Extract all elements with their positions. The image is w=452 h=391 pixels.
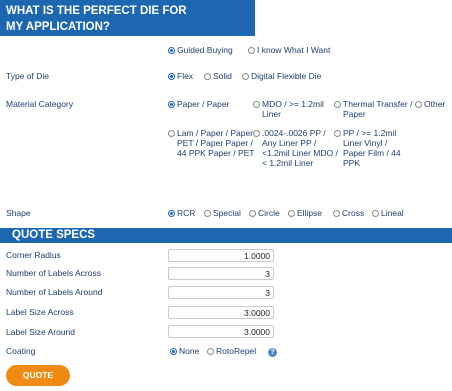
quote-button[interactable]: QUOTE bbox=[6, 365, 70, 386]
radio-icon[interactable] bbox=[168, 47, 175, 54]
option-rcr[interactable]: RCR bbox=[168, 208, 195, 218]
radio-icon[interactable] bbox=[253, 130, 260, 137]
page-title: WHAT IS THE PERFECT DIE FOR MY APPLICATI… bbox=[6, 5, 187, 33]
label-size-across-label: Label Size Across bbox=[6, 307, 74, 317]
page-header: WHAT IS THE PERFECT DIE FOR MY APPLICATI… bbox=[0, 0, 255, 36]
material-category-label: Material Category bbox=[6, 99, 74, 109]
option-thermal-transfer[interactable]: Thermal Transfer / Paper bbox=[334, 99, 415, 119]
radio-icon[interactable] bbox=[204, 210, 211, 217]
radio-icon[interactable] bbox=[333, 210, 340, 217]
radio-icon[interactable] bbox=[248, 47, 255, 54]
option-circle[interactable]: Circle bbox=[249, 208, 280, 218]
radio-icon[interactable] bbox=[288, 210, 295, 217]
option-know-what-i-want[interactable]: I know What I Want bbox=[248, 45, 330, 55]
radio-icon[interactable] bbox=[334, 101, 341, 108]
radio-icon[interactable] bbox=[168, 73, 175, 80]
die-type-label: Type of Die bbox=[6, 71, 49, 81]
option-coating-rotorepel[interactable]: RotoRepel bbox=[207, 346, 256, 356]
radio-icon[interactable] bbox=[415, 101, 422, 108]
radio-icon[interactable] bbox=[170, 348, 177, 355]
option-solid[interactable]: Solid bbox=[204, 71, 232, 81]
radio-icon[interactable] bbox=[372, 210, 379, 217]
radio-icon[interactable] bbox=[204, 73, 211, 80]
question-icon[interactable]: ? bbox=[268, 348, 277, 357]
radio-icon[interactable] bbox=[168, 101, 175, 108]
shape-label: Shape bbox=[6, 208, 31, 218]
radio-icon[interactable] bbox=[334, 130, 341, 137]
option-lam-paper[interactable]: Lam / Paper / Paper PET / Paper Paper / … bbox=[168, 128, 255, 158]
quote-specs-header: QUOTE SPECS bbox=[0, 228, 452, 243]
option-pp-film[interactable]: PP / >= 1.2mil Liner Vinyl / Paper Film … bbox=[334, 128, 411, 168]
corner-radius-input[interactable]: 1.0000 bbox=[168, 249, 274, 262]
quote-specs-title: QUOTE SPECS bbox=[12, 229, 96, 241]
option-cross[interactable]: Cross bbox=[333, 208, 364, 218]
option-lineal[interactable]: Lineal bbox=[372, 208, 404, 218]
radio-icon[interactable] bbox=[242, 73, 249, 80]
help-icon-wrap[interactable]: ? bbox=[268, 345, 277, 357]
option-digital-flexible-die[interactable]: Digital Flexible Die bbox=[242, 71, 321, 81]
option-flex[interactable]: Flex bbox=[168, 71, 193, 81]
label-size-around-label: Label Size Around bbox=[6, 327, 75, 337]
radio-icon[interactable] bbox=[207, 348, 214, 355]
option-guided-buying[interactable]: Guided Buying bbox=[168, 45, 233, 55]
coating-label: Coating bbox=[6, 346, 36, 356]
radio-icon[interactable] bbox=[249, 210, 256, 217]
option-coating-none[interactable]: None bbox=[170, 346, 199, 356]
option-mdo[interactable]: MDO / >= 1.2mil Liner bbox=[253, 99, 332, 119]
option-ellipse[interactable]: Ellipse bbox=[288, 208, 322, 218]
labels-across-input[interactable]: 3 bbox=[168, 267, 274, 280]
option-other[interactable]: Other bbox=[415, 99, 445, 109]
option-paper-paper[interactable]: Paper / Paper bbox=[168, 99, 229, 109]
radio-icon[interactable] bbox=[253, 101, 260, 108]
label-size-across-input[interactable]: 3.0000 bbox=[168, 306, 274, 319]
labels-around-input[interactable]: 3 bbox=[168, 286, 274, 299]
labels-across-label: Number of Labels Across bbox=[6, 268, 101, 278]
corner-radius-label: Corner Radius bbox=[6, 250, 61, 260]
option-special[interactable]: Special bbox=[204, 208, 241, 218]
radio-icon[interactable] bbox=[168, 130, 175, 137]
option-pp-any-liner[interactable]: .0024-.0026 PP / Any Liner PP / <1.2mil … bbox=[253, 128, 340, 168]
label-size-around-input[interactable]: 3.0000 bbox=[168, 325, 274, 338]
labels-around-label: Number of Labels Around bbox=[6, 287, 103, 297]
radio-icon[interactable] bbox=[168, 210, 175, 217]
